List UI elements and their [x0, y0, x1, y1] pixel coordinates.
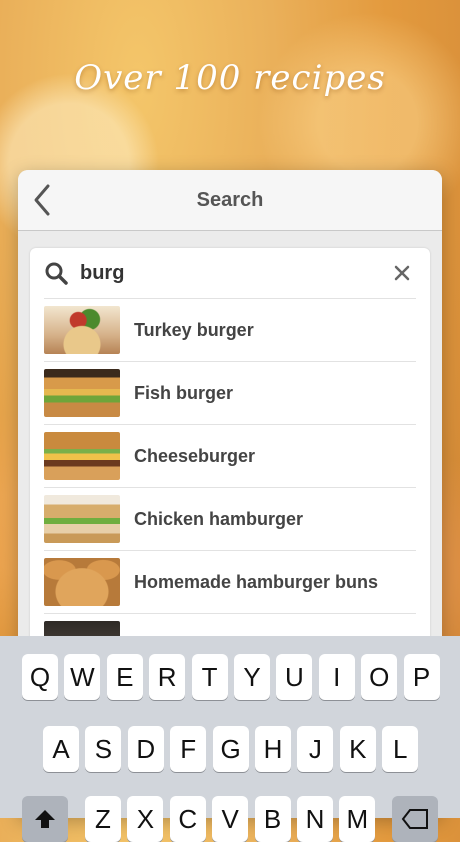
result-item-fish-burger[interactable]: Fish burger: [44, 362, 416, 425]
key-s[interactable]: S: [85, 726, 122, 772]
key-y[interactable]: Y: [234, 654, 270, 700]
results-list: Turkey burger Fish burger Cheeseburger C…: [44, 299, 416, 648]
key-b[interactable]: B: [254, 796, 291, 842]
navigation-bar: Search: [18, 170, 442, 231]
fish-burger-thumbnail: [44, 369, 120, 417]
turkey-burger-thumbnail: [44, 306, 120, 354]
result-label: Turkey burger: [134, 319, 254, 340]
delete-key[interactable]: [392, 796, 438, 842]
key-n[interactable]: N: [297, 796, 333, 842]
search-bar: [44, 248, 416, 299]
result-label: Fish burger: [134, 382, 234, 403]
key-l[interactable]: L: [382, 726, 419, 772]
key-x[interactable]: X: [127, 796, 164, 842]
result-item-homemade-hamburger-buns[interactable]: Homemade hamburger buns: [44, 551, 416, 614]
hamburger-buns-thumbnail: [44, 558, 120, 606]
result-item-cheeseburger[interactable]: Cheeseburger: [44, 425, 416, 488]
key-h[interactable]: H: [255, 726, 291, 772]
search-input[interactable]: [80, 261, 360, 285]
key-j[interactable]: J: [297, 726, 334, 772]
result-label: Cheeseburger: [134, 445, 256, 466]
key-o[interactable]: O: [361, 654, 398, 700]
search-panel: Turkey burger Fish burger Cheeseburger C…: [30, 248, 430, 648]
onscreen-keyboard: QWERTYUIOP ASDFGHJKL ZXCVBNM: [0, 636, 460, 842]
result-item-chicken-hamburger[interactable]: Chicken hamburger: [44, 488, 416, 551]
key-k[interactable]: K: [339, 726, 376, 772]
close-icon: [394, 265, 410, 281]
key-r[interactable]: R: [149, 654, 186, 700]
promo-headline: Over 100 recipes: [74, 58, 386, 98]
key-d[interactable]: D: [127, 726, 164, 772]
key-g[interactable]: G: [212, 726, 249, 772]
result-item-turkey-burger[interactable]: Turkey burger: [44, 299, 416, 362]
key-q[interactable]: Q: [22, 654, 58, 700]
key-p[interactable]: P: [403, 654, 440, 700]
page-title: Search: [196, 188, 264, 211]
chicken-hamburger-thumbnail: [44, 495, 120, 543]
result-label: Chicken hamburger: [134, 508, 304, 529]
shift-key[interactable]: [22, 796, 68, 842]
key-m[interactable]: M: [339, 796, 376, 842]
clear-search-button[interactable]: [390, 261, 414, 285]
key-c[interactable]: C: [169, 796, 206, 842]
search-icon: [45, 262, 68, 285]
key-i[interactable]: I: [318, 654, 355, 700]
key-v[interactable]: V: [212, 796, 249, 842]
key-a[interactable]: A: [43, 726, 79, 772]
key-f[interactable]: F: [170, 726, 207, 772]
backspace-icon: [401, 809, 428, 829]
key-z[interactable]: Z: [85, 796, 121, 842]
key-e[interactable]: E: [106, 654, 143, 700]
back-button[interactable]: [32, 182, 56, 218]
key-w[interactable]: W: [64, 654, 101, 700]
shift-icon: [35, 810, 55, 828]
key-u[interactable]: U: [276, 654, 313, 700]
result-label: Homemade hamburger buns: [134, 571, 379, 592]
chevron-left-icon: [34, 184, 50, 216]
key-t[interactable]: T: [191, 654, 228, 700]
cheeseburger-thumbnail: [44, 432, 120, 480]
